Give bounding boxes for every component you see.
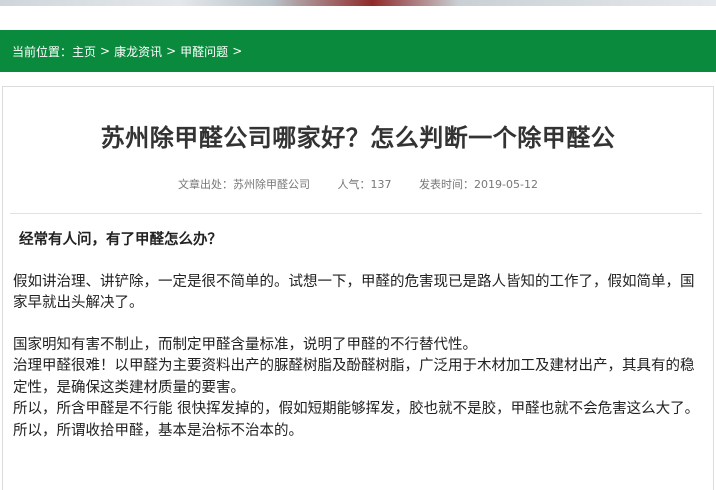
article-paragraph: 国家明知有害不制止，而制定甲醛含量标准，说明了甲醛的不行替代性。 bbox=[13, 336, 477, 353]
breadcrumb: 当前位置： 主页 > 康龙资讯 > 甲醛问题 > bbox=[0, 30, 716, 72]
article-paragraph: 治理甲醛很难！以甲醛为主要资料出产的脲醛树脂及酚醛树脂，广泛用于木材加工及建材出… bbox=[13, 358, 695, 396]
article-lead: 经常有人问，有了甲醛怎么办？ bbox=[19, 232, 222, 248]
meta-divider bbox=[10, 213, 702, 214]
breadcrumb-news-link[interactable]: 康龙资讯 bbox=[114, 43, 162, 60]
article-paragraph: 所以，所谓收拾甲醛，基本是治标不治本的。 bbox=[13, 422, 303, 439]
article-date: 发表时间：2019-05-12 bbox=[419, 178, 538, 191]
breadcrumb-formaldehyde-link[interactable]: 甲醛问题 bbox=[180, 43, 228, 60]
breadcrumb-separator: > bbox=[166, 44, 177, 58]
article-views: 人气：137 bbox=[337, 178, 392, 191]
article-paragraph: 假如讲治理、讲铲除，一定是很不简单的。试想一下，甲醛的危害现已是路人皆知的工作了… bbox=[13, 273, 695, 312]
breadcrumb-separator: > bbox=[100, 44, 111, 58]
breadcrumb-prefix: 当前位置： bbox=[12, 44, 73, 59]
breadcrumb-separator: > bbox=[232, 44, 243, 58]
top-banner-image bbox=[0, 0, 716, 6]
article-paragraph: 所以，所含甲醛是不行能 很快挥发掉的，假如短期能够挥发，胶也就不是胶，甲醛也就不… bbox=[13, 401, 700, 417]
article-source: 文章出处：苏州除甲醛公司 bbox=[178, 178, 311, 191]
article-meta: 文章出处：苏州除甲醛公司 人气：137 发表时间：2019-05-12 bbox=[0, 176, 716, 192]
breadcrumb-home-link[interactable]: 主页 bbox=[72, 43, 96, 60]
article-title: 苏州除甲醛公司哪家好？怎么判断一个除甲醛公 bbox=[100, 124, 616, 152]
article-body: 经常有人问，有了甲醛怎么办？ 假如讲治理、讲铲除，一定是很不简单的。试想一下，甲… bbox=[13, 230, 703, 442]
